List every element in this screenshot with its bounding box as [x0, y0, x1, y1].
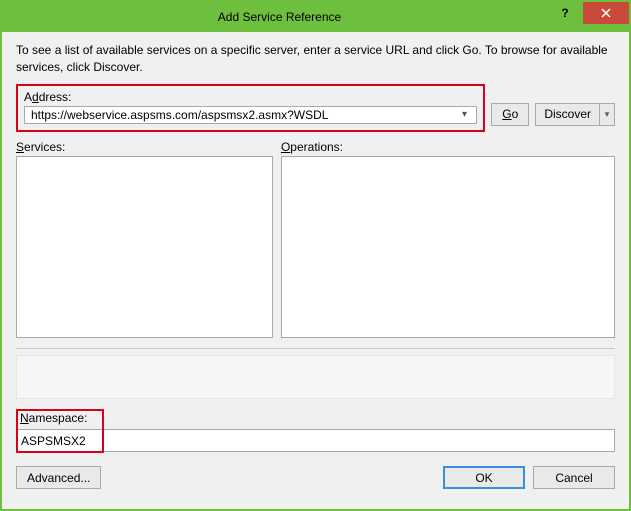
advanced-button[interactable]: Advanced...	[16, 466, 101, 489]
cancel-button[interactable]: Cancel	[533, 466, 615, 489]
address-label-pre: A	[24, 90, 32, 104]
dialog-window: Add Service Reference ? To see a list of…	[0, 0, 631, 511]
go-mnemonic: G	[502, 107, 511, 121]
operations-column: Operations:	[281, 140, 615, 338]
go-label: o	[512, 107, 519, 121]
namespace-label-text: amespace:	[29, 411, 88, 425]
ok-button[interactable]: OK	[443, 466, 525, 489]
titlebar: Add Service Reference ?	[2, 2, 629, 32]
operations-label-text: perations:	[290, 140, 343, 154]
operations-mnemonic: O	[281, 140, 290, 154]
address-combobox[interactable]: ▾	[24, 106, 477, 124]
status-area	[16, 355, 615, 399]
titlebar-buttons: ?	[547, 2, 629, 32]
address-label-post: dress:	[39, 90, 72, 104]
address-label: Address:	[24, 90, 477, 104]
close-icon	[601, 8, 611, 18]
address-row: Address: ▾ Go Discover ▾	[16, 84, 615, 132]
namespace-mnemonic: N	[20, 411, 29, 425]
services-mnemonic: S	[16, 140, 24, 154]
address-input[interactable]	[29, 107, 457, 123]
namespace-input[interactable]	[16, 429, 615, 452]
services-label: Services:	[16, 140, 273, 154]
separator	[16, 348, 615, 349]
namespace-group: Namespace:	[16, 409, 615, 452]
namespace-input-row	[16, 429, 615, 452]
window-title: Add Service Reference	[10, 10, 629, 24]
services-column: Services:	[16, 140, 273, 338]
content-area: To see a list of available services on a…	[2, 32, 629, 509]
chevron-down-icon[interactable]: ▾	[600, 109, 614, 120]
help-button[interactable]: ?	[547, 2, 583, 24]
services-listbox[interactable]	[16, 156, 273, 338]
go-button[interactable]: Go	[491, 103, 529, 126]
discover-label: Discover	[536, 104, 600, 125]
namespace-label: Namespace:	[16, 409, 615, 427]
operations-listbox[interactable]	[281, 156, 615, 338]
discover-button[interactable]: Discover ▾	[535, 103, 615, 126]
address-highlight: Address: ▾	[16, 84, 485, 132]
chevron-down-icon[interactable]: ▾	[457, 109, 472, 120]
address-label-mnemonic: d	[32, 90, 39, 104]
bottom-row: Advanced... OK Cancel	[16, 466, 615, 495]
close-button[interactable]	[583, 2, 629, 24]
instructions-text: To see a list of available services on a…	[16, 42, 615, 76]
operations-label: Operations:	[281, 140, 615, 154]
lists-row: Services: Operations:	[16, 140, 615, 338]
services-label-text: ervices:	[24, 140, 65, 154]
